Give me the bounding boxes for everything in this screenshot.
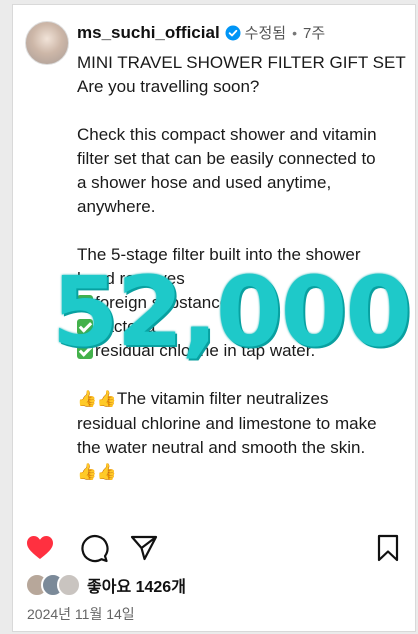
heart-icon[interactable] bbox=[25, 533, 55, 563]
send-icon[interactable] bbox=[129, 533, 159, 563]
post-time[interactable]: 7주 bbox=[303, 22, 325, 43]
caption-text: The vitamin filter neutralizes bbox=[116, 389, 329, 408]
likes-row[interactable]: 좋아요 1426개 bbox=[25, 573, 186, 597]
bookmark-icon[interactable] bbox=[373, 533, 403, 563]
avatar[interactable] bbox=[25, 21, 69, 65]
caption-line: 👍👍 bbox=[77, 460, 409, 485]
avatar bbox=[57, 573, 81, 597]
edited-label: 수정됨 bbox=[244, 25, 287, 42]
username[interactable]: ms_suchi_official bbox=[77, 23, 220, 43]
caption-line: Are you travelling soon? bbox=[77, 77, 260, 96]
separator-dot: • bbox=[292, 24, 297, 41]
verified-badge-icon bbox=[225, 25, 241, 40]
caption-line: 👍👍The vitamin filter neutralizes bbox=[77, 387, 409, 412]
thumbs-up-icon: 👍👍 bbox=[77, 391, 117, 408]
caption-line: anywhere. bbox=[77, 197, 156, 216]
caption-line: the water neutral and smooth the skin. bbox=[77, 438, 366, 457]
action-bar bbox=[25, 533, 403, 563]
caption-line: filter set that can be easily connected … bbox=[77, 149, 376, 168]
post-card: ms_suchi_official 수정됨 • 7주 MINI TRAVEL S… bbox=[12, 4, 416, 632]
post-header: ms_suchi_official 수정됨 • 7주 bbox=[77, 22, 405, 43]
caption-line: residual chlorine and limestone to make bbox=[77, 414, 377, 433]
caption-line: a shower hose and used anytime, bbox=[77, 173, 332, 192]
caption-line: MINI TRAVEL SHOWER FILTER GIFT SET bbox=[77, 53, 406, 72]
comment-icon[interactable] bbox=[79, 533, 109, 563]
post-date: 2024년 11월 14일 bbox=[27, 606, 135, 622]
likes-count[interactable]: 좋아요 1426개 bbox=[87, 573, 186, 597]
caption-line: Check this compact shower and vitamin bbox=[77, 125, 377, 144]
price-overlay: 52,000 bbox=[51, 256, 412, 368]
thumbs-up-icon: 👍👍 bbox=[77, 464, 117, 481]
